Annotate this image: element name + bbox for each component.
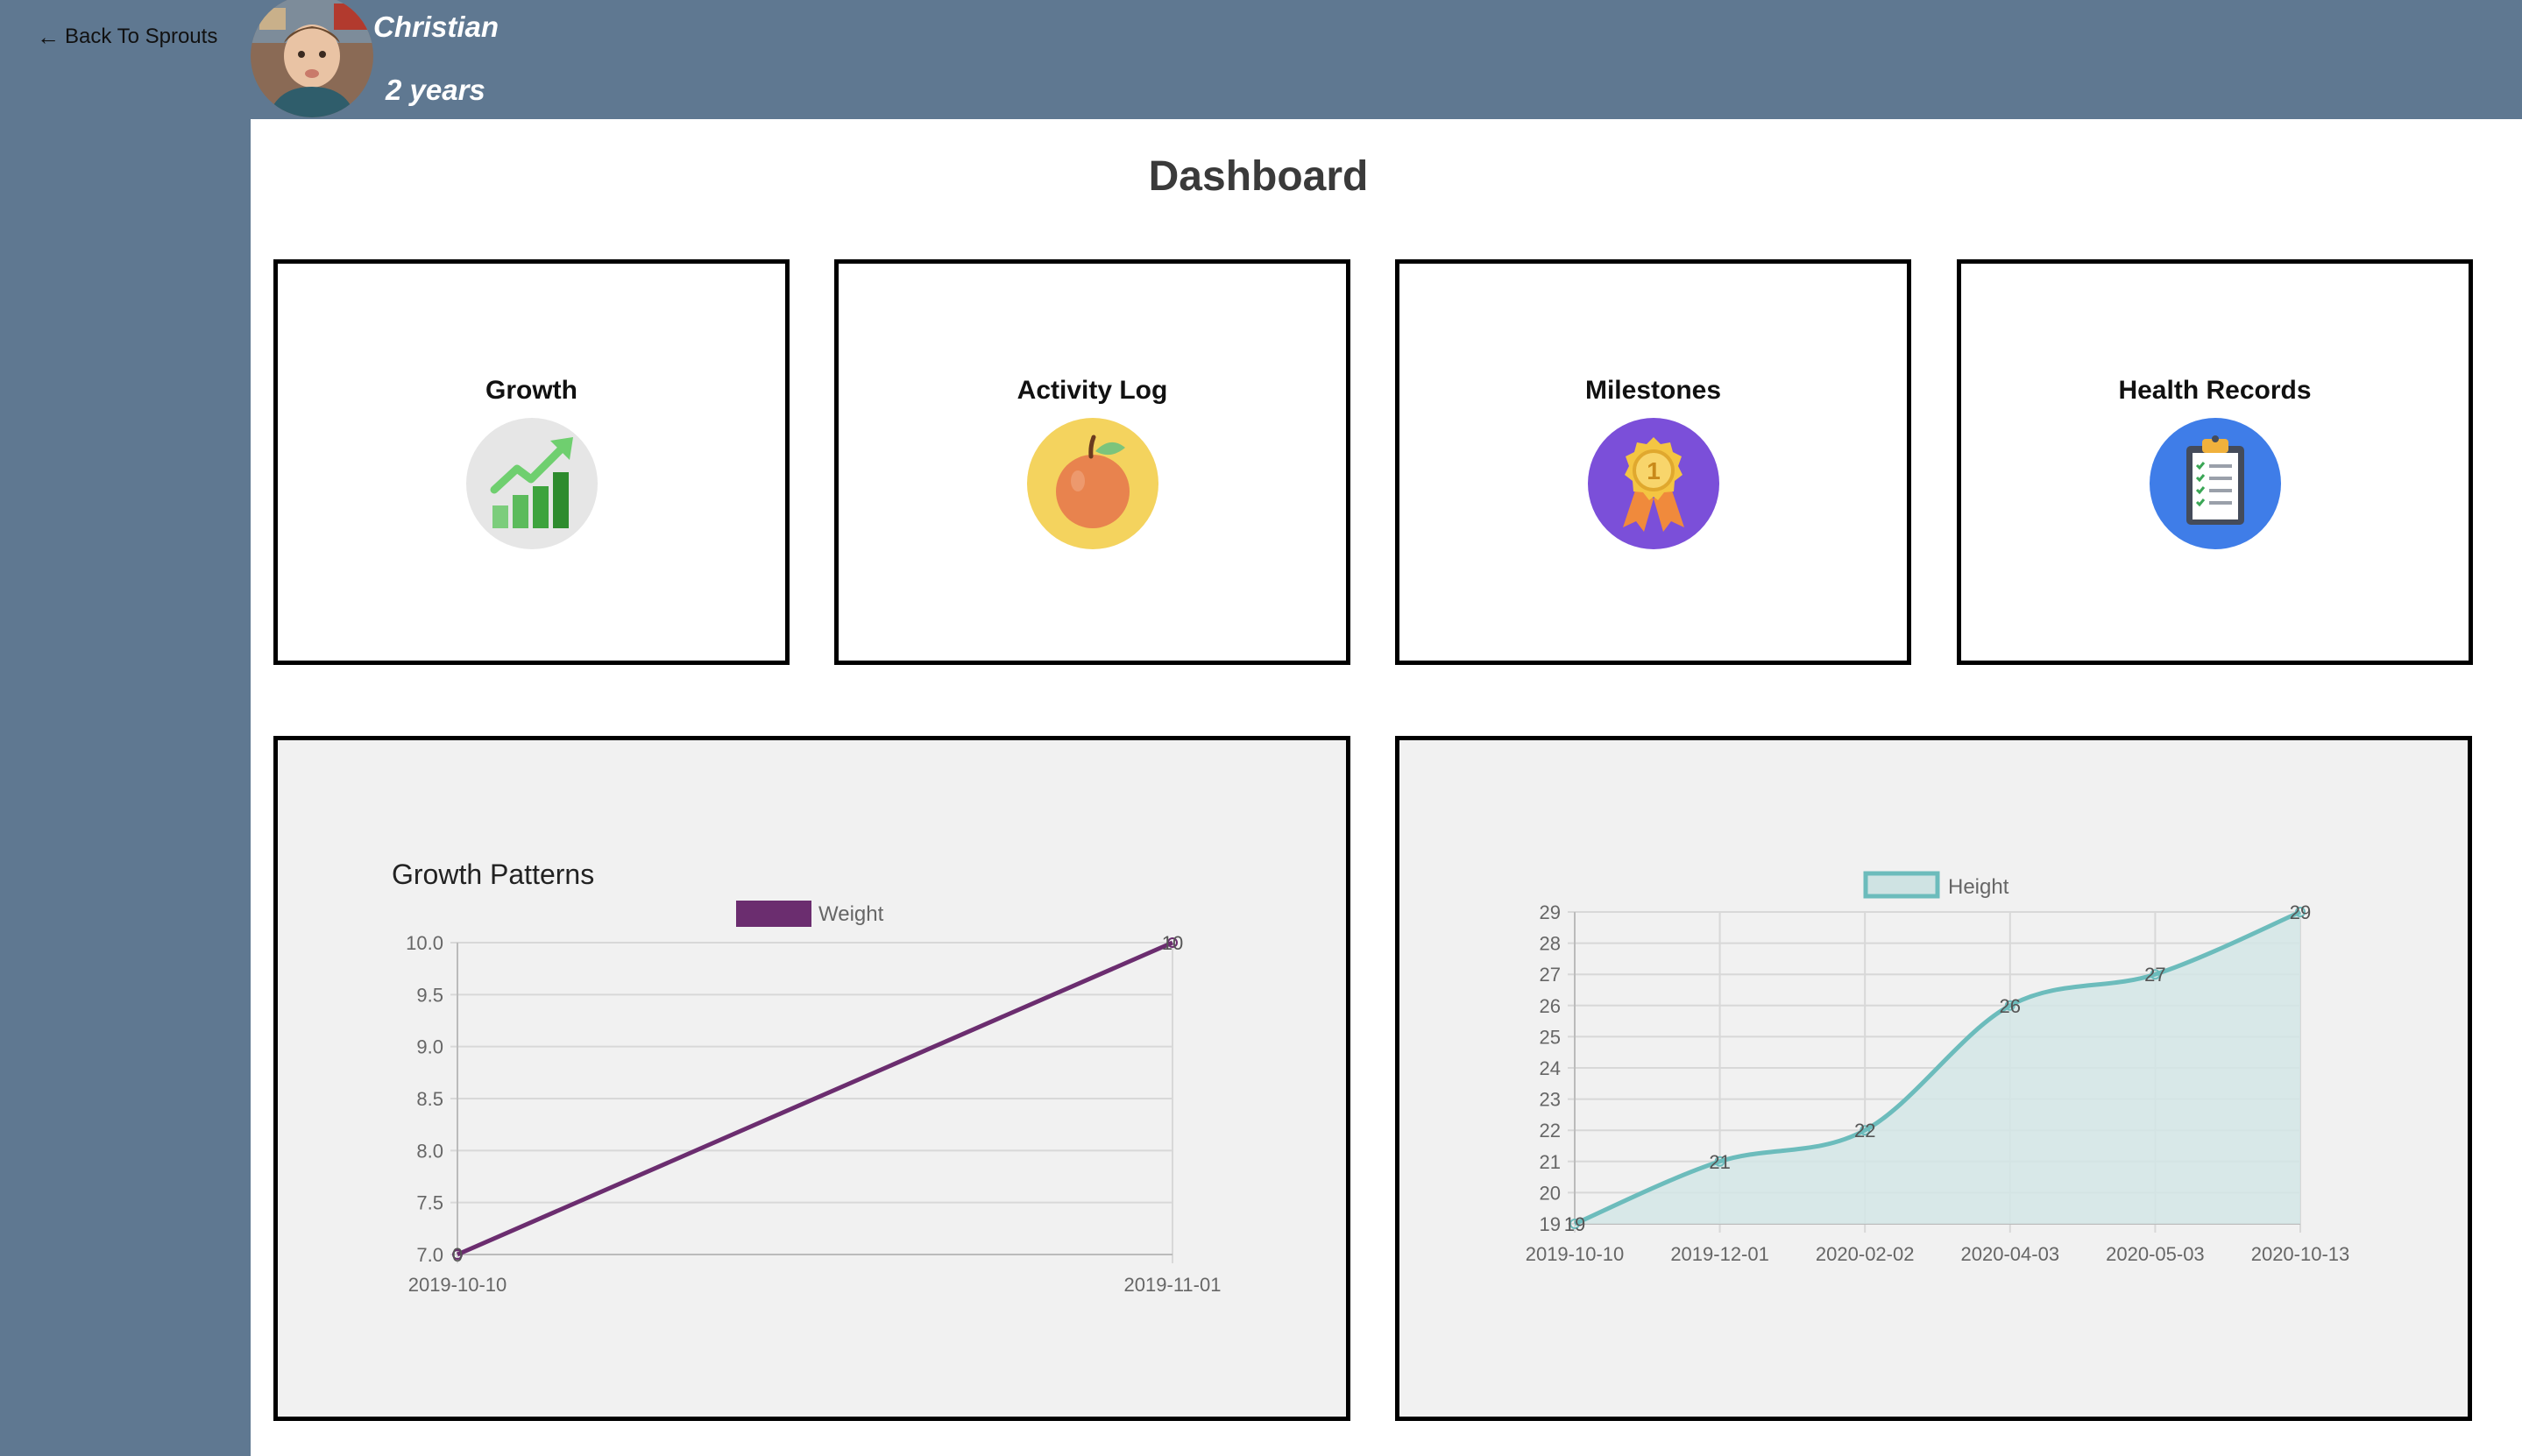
legend-label: Weight xyxy=(818,902,884,926)
avatar xyxy=(251,0,373,117)
top-bar xyxy=(251,0,2522,119)
y-tick-label: 9.5 xyxy=(416,984,443,1006)
back-link-label: Back To Sprouts xyxy=(65,25,218,48)
growth-card[interactable]: Growth xyxy=(273,259,790,665)
sidebar: ← Back To Sprouts xyxy=(0,0,251,1456)
page-title: Dashboard xyxy=(1148,153,1369,200)
health-records-card-title: Health Records xyxy=(2118,376,2312,405)
activity-log-card[interactable]: Activity Log xyxy=(834,259,1350,665)
health-records-card[interactable]: Health Records xyxy=(1957,259,2473,665)
growth-card-title: Growth xyxy=(485,376,577,405)
medal-icon: 1 xyxy=(1587,418,1719,549)
x-tick-label: 2019-10-10 xyxy=(1526,1243,1625,1265)
y-tick-label: 26 xyxy=(1540,995,1561,1017)
weight-chart: Growth Patterns Weight 10.0 9.5 9.0 8.5 8.0 7.5… xyxy=(392,859,1222,1296)
y-tick-label: 8.0 xyxy=(416,1140,443,1162)
y-tick-label: 21 xyxy=(1540,1151,1561,1173)
height-chart: Height29282726252423222120192019-10-10 20… xyxy=(1526,871,2350,1265)
legend-swatch xyxy=(1863,871,1940,899)
data-label: 27 xyxy=(2144,964,2165,986)
height-chart-panel: Height 29 28 27 26 25 24 23 22 21 20 19 2019-10-10 20… xyxy=(1395,736,2472,1421)
y-tick-label: 7.5 xyxy=(416,1192,443,1214)
milestones-card[interactable]: Milestones 1 xyxy=(1395,259,1911,665)
data-label: 19 xyxy=(1564,1213,1585,1235)
weight-chart-panel: Growth Patterns Weight 10.0 9.5 9.0 8.5 8.0 7.5… xyxy=(273,736,1350,1421)
y-tick-label: 27 xyxy=(1540,964,1561,986)
data-label: 21 xyxy=(1709,1151,1730,1173)
svg-text:1: 1 xyxy=(1647,457,1661,484)
y-tick-label: 28 xyxy=(1540,933,1561,955)
y-tick-label: 9.0 xyxy=(416,1036,443,1058)
data-label: 0 xyxy=(452,1244,463,1266)
child-age: 2 years xyxy=(386,74,485,106)
x-tick-label: 2020-10-13 xyxy=(2251,1243,2350,1265)
milestones-card-title: Milestones xyxy=(1584,376,1722,405)
y-tick-label: 7.0 xyxy=(416,1244,443,1266)
x-tick-label: 2019-11-01 xyxy=(1124,1274,1222,1296)
y-tick-label: 19 xyxy=(1540,1213,1561,1235)
x-tick-label: 2020-05-03 xyxy=(2106,1243,2205,1265)
x-tick-label: 2019-10-10 xyxy=(408,1274,507,1296)
activity-log-card-title: Activity Log xyxy=(1017,376,1168,405)
data-label: 26 xyxy=(2000,995,2021,1017)
x-tick-label: 2019-12-01 xyxy=(1670,1243,1769,1265)
growth-chart-icon xyxy=(465,418,598,549)
y-tick-label: 23 xyxy=(1540,1089,1561,1111)
chart-title: Growth Patterns xyxy=(392,859,594,890)
data-label: 22 xyxy=(1854,1120,1875,1141)
clipboard-icon xyxy=(2149,418,2281,549)
y-tick-label: 25 xyxy=(1540,1026,1561,1048)
child-name: Christian xyxy=(373,11,499,43)
y-tick-label: 10.0 xyxy=(406,932,443,954)
x-tick-label: 2020-04-03 xyxy=(1961,1243,2060,1265)
apple-icon xyxy=(1026,418,1158,549)
x-tick-label: 2020-02-02 xyxy=(1816,1243,1915,1265)
legend-label: Height xyxy=(1948,875,2009,899)
back-to-sprouts-link[interactable]: ← Back To Sprouts xyxy=(37,25,217,49)
y-tick-label: 8.5 xyxy=(416,1088,443,1110)
y-tick-label: 29 xyxy=(1540,901,1561,923)
data-label: 10 xyxy=(1162,932,1183,954)
legend-swatch xyxy=(736,901,811,927)
y-tick-label: 22 xyxy=(1540,1120,1561,1141)
data-label: 29 xyxy=(2290,901,2311,923)
y-tick-label: 20 xyxy=(1540,1182,1561,1204)
y-tick-label: 24 xyxy=(1540,1057,1561,1079)
back-arrow-icon: ← xyxy=(37,24,60,50)
